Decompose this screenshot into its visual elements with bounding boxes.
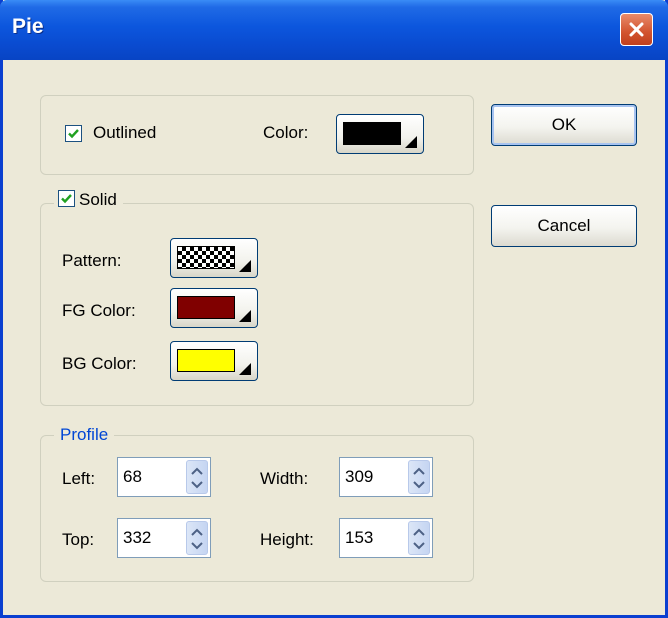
spin-arrows-icon xyxy=(413,467,425,489)
dropdown-arrow-icon xyxy=(239,363,251,375)
solid-group: Solid Pattern: FG Color: BG Color: xyxy=(40,190,474,406)
fg-color-swatch xyxy=(177,296,235,319)
outline-color-button[interactable] xyxy=(336,114,424,154)
color-label: Color: xyxy=(263,123,309,142)
profile-legend: Profile xyxy=(54,425,115,445)
left-spin-buttons[interactable] xyxy=(186,460,208,494)
solid-legend: Solid xyxy=(54,190,123,210)
height-value[interactable]: 153 xyxy=(345,528,373,548)
cancel-button[interactable]: Cancel xyxy=(491,205,637,247)
width-spinner[interactable]: 309 xyxy=(339,457,433,497)
height-label: Height: xyxy=(260,530,314,549)
pie-dialog: Pie Outlined Color: Solid Pattern: FG Co… xyxy=(0,0,668,618)
top-value[interactable]: 332 xyxy=(123,528,151,548)
checkmark-icon xyxy=(61,194,72,204)
dropdown-arrow-icon xyxy=(239,260,251,272)
solid-checkbox[interactable] xyxy=(58,190,75,207)
top-label: Top: xyxy=(62,530,95,549)
bg-color-button[interactable] xyxy=(170,341,258,381)
width-value[interactable]: 309 xyxy=(345,467,373,487)
close-x-icon xyxy=(629,22,644,37)
title-bar[interactable]: Pie xyxy=(0,0,668,60)
spin-arrows-icon xyxy=(191,467,203,489)
fg-color-label: FG Color: xyxy=(62,301,136,320)
outlined-checkbox[interactable] xyxy=(65,125,82,142)
dropdown-arrow-icon xyxy=(405,136,417,148)
outline-group: Outlined Color: xyxy=(40,95,474,175)
close-button[interactable] xyxy=(620,13,653,46)
fg-color-button[interactable] xyxy=(170,288,258,328)
outline-color-swatch xyxy=(343,122,401,145)
left-label: Left: xyxy=(62,469,96,488)
bg-color-swatch xyxy=(177,349,235,372)
pattern-button[interactable] xyxy=(170,238,258,278)
height-spinner[interactable]: 153 xyxy=(339,518,433,558)
checkmark-icon xyxy=(68,129,79,139)
solid-label: Solid xyxy=(79,190,117,209)
spin-arrows-icon xyxy=(191,528,203,550)
bg-color-label: BG Color: xyxy=(62,354,137,373)
window-title: Pie xyxy=(12,15,44,38)
dropdown-arrow-icon xyxy=(239,310,251,322)
width-label: Width: xyxy=(260,469,309,488)
height-spin-buttons[interactable] xyxy=(408,521,430,555)
top-spinner[interactable]: 332 xyxy=(117,518,211,558)
left-value[interactable]: 68 xyxy=(123,467,142,487)
profile-group: Profile Left: 68 Width: 309 Top: 332 Hei… xyxy=(40,425,474,582)
pattern-label: Pattern: xyxy=(62,251,122,270)
spin-arrows-icon xyxy=(413,528,425,550)
width-spin-buttons[interactable] xyxy=(408,460,430,494)
pattern-swatch xyxy=(177,246,235,269)
top-spin-buttons[interactable] xyxy=(186,521,208,555)
ok-button[interactable]: OK xyxy=(491,104,637,146)
left-spinner[interactable]: 68 xyxy=(117,457,211,497)
outlined-label: Outlined xyxy=(93,123,157,142)
